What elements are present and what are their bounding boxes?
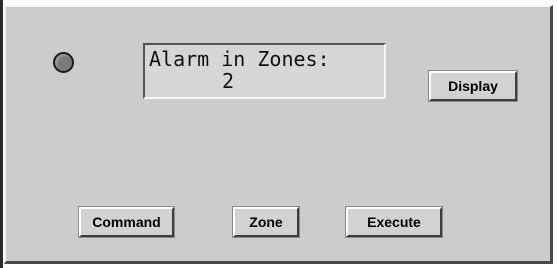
zone-button[interactable]: Zone (232, 206, 300, 238)
status-led-icon (53, 52, 74, 73)
alarm-display: Alarm in Zones: 2 (143, 43, 386, 99)
command-button[interactable]: Command (78, 206, 175, 238)
display-line-1: Alarm in Zones: (149, 47, 330, 71)
execute-button[interactable]: Execute (345, 206, 443, 238)
display-button[interactable]: Display (428, 70, 518, 102)
window-left-edge (0, 0, 3, 268)
display-line-2: 2 (222, 69, 235, 93)
